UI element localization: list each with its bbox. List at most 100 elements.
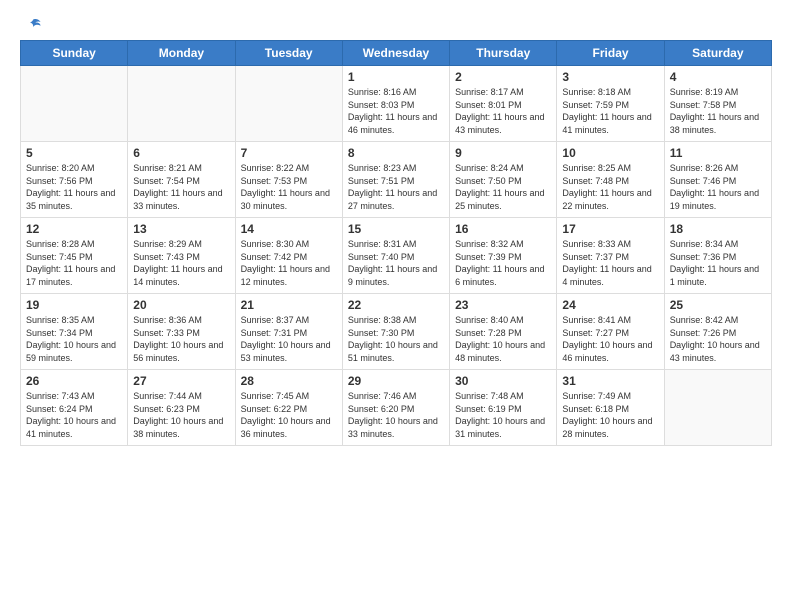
calendar-cell: 20 Sunrise: 8:36 AMSunset: 7:33 PMDayligh… [128, 294, 235, 370]
cell-info: Sunrise: 8:21 AMSunset: 7:54 PMDaylight:… [133, 162, 229, 212]
day-number: 28 [241, 374, 337, 388]
logo [20, 16, 44, 34]
col-wednesday: Wednesday [342, 41, 449, 66]
day-number: 29 [348, 374, 444, 388]
day-number: 23 [455, 298, 551, 312]
cell-info: Sunrise: 8:23 AMSunset: 7:51 PMDaylight:… [348, 162, 444, 212]
calendar-cell [664, 370, 771, 446]
day-number: 1 [348, 70, 444, 84]
day-number: 25 [670, 298, 766, 312]
calendar-cell: 24 Sunrise: 8:41 AMSunset: 7:27 PMDayligh… [557, 294, 664, 370]
day-number: 26 [26, 374, 122, 388]
calendar-cell: 30 Sunrise: 7:48 AMSunset: 6:19 PMDayligh… [450, 370, 557, 446]
calendar-table: Sunday Monday Tuesday Wednesday Thursday… [20, 40, 772, 446]
cell-info: Sunrise: 7:44 AMSunset: 6:23 PMDaylight:… [133, 390, 229, 440]
week-row-2: 5 Sunrise: 8:20 AMSunset: 7:56 PMDaylight… [21, 142, 772, 218]
calendar-cell: 25Sunrise: 8:42 AMSunset: 7:26 PMDayligh… [664, 294, 771, 370]
cell-info: Sunrise: 8:19 AMSunset: 7:58 PMDaylight:… [670, 86, 766, 136]
calendar-cell: 11Sunrise: 8:26 AMSunset: 7:46 PMDayligh… [664, 142, 771, 218]
cell-info: Sunrise: 8:26 AMSunset: 7:46 PMDaylight:… [670, 162, 766, 212]
day-number: 5 [26, 146, 122, 160]
col-tuesday: Tuesday [235, 41, 342, 66]
calendar-cell: 10 Sunrise: 8:25 AMSunset: 7:48 PMDayligh… [557, 142, 664, 218]
cell-info: Sunrise: 8:38 AMSunset: 7:30 PMDaylight:… [348, 314, 444, 364]
logo-bird-icon [24, 16, 42, 34]
cell-info: Sunrise: 7:46 AMSunset: 6:20 PMDaylight:… [348, 390, 444, 440]
day-number: 19 [26, 298, 122, 312]
page-header [20, 16, 772, 34]
cell-info: Sunrise: 8:20 AMSunset: 7:56 PMDaylight:… [26, 162, 122, 212]
day-number: 6 [133, 146, 229, 160]
calendar-cell [21, 66, 128, 142]
cell-info: Sunrise: 8:24 AMSunset: 7:50 PMDaylight:… [455, 162, 551, 212]
calendar-cell: 5 Sunrise: 8:20 AMSunset: 7:56 PMDaylight… [21, 142, 128, 218]
calendar-cell: 21 Sunrise: 8:37 AMSunset: 7:31 PMDayligh… [235, 294, 342, 370]
header-row: Sunday Monday Tuesday Wednesday Thursday… [21, 41, 772, 66]
cell-info: Sunrise: 8:35 AMSunset: 7:34 PMDaylight:… [26, 314, 122, 364]
week-row-4: 19 Sunrise: 8:35 AMSunset: 7:34 PMDayligh… [21, 294, 772, 370]
calendar-cell: 15 Sunrise: 8:31 AMSunset: 7:40 PMDayligh… [342, 218, 449, 294]
calendar-cell: 29 Sunrise: 7:46 AMSunset: 6:20 PMDayligh… [342, 370, 449, 446]
day-number: 15 [348, 222, 444, 236]
cell-info: Sunrise: 8:18 AMSunset: 7:59 PMDaylight:… [562, 86, 658, 136]
cell-info: Sunrise: 8:17 AMSunset: 8:01 PMDaylight:… [455, 86, 551, 136]
calendar-cell: 9Sunrise: 8:24 AMSunset: 7:50 PMDaylight… [450, 142, 557, 218]
cell-info: Sunrise: 7:49 AMSunset: 6:18 PMDaylight:… [562, 390, 658, 440]
calendar-cell: 13 Sunrise: 8:29 AMSunset: 7:43 PMDayligh… [128, 218, 235, 294]
day-number: 18 [670, 222, 766, 236]
day-number: 14 [241, 222, 337, 236]
calendar-cell: 3 Sunrise: 8:18 AMSunset: 7:59 PMDaylight… [557, 66, 664, 142]
calendar-cell: 22Sunrise: 8:38 AMSunset: 7:30 PMDayligh… [342, 294, 449, 370]
day-number: 21 [241, 298, 337, 312]
calendar-cell: 12Sunrise: 8:28 AMSunset: 7:45 PMDayligh… [21, 218, 128, 294]
calendar-cell [128, 66, 235, 142]
cell-info: Sunrise: 8:37 AMSunset: 7:31 PMDaylight:… [241, 314, 337, 364]
col-friday: Friday [557, 41, 664, 66]
calendar-cell: 23Sunrise: 8:40 AMSunset: 7:28 PMDayligh… [450, 294, 557, 370]
cell-info: Sunrise: 8:16 AMSunset: 8:03 PMDaylight:… [348, 86, 444, 136]
calendar-cell: 4 Sunrise: 8:19 AMSunset: 7:58 PMDaylight… [664, 66, 771, 142]
day-number: 12 [26, 222, 122, 236]
calendar-cell: 16 Sunrise: 8:32 AMSunset: 7:39 PMDayligh… [450, 218, 557, 294]
calendar-header: Sunday Monday Tuesday Wednesday Thursday… [21, 41, 772, 66]
day-number: 4 [670, 70, 766, 84]
calendar-cell: 17Sunrise: 8:33 AMSunset: 7:37 PMDayligh… [557, 218, 664, 294]
calendar-cell: 2 Sunrise: 8:17 AMSunset: 8:01 PMDaylight… [450, 66, 557, 142]
day-number: 20 [133, 298, 229, 312]
day-number: 27 [133, 374, 229, 388]
day-number: 16 [455, 222, 551, 236]
calendar-cell: 1 Sunrise: 8:16 AMSunset: 8:03 PMDaylight… [342, 66, 449, 142]
day-number: 7 [241, 146, 337, 160]
cell-info: Sunrise: 8:31 AMSunset: 7:40 PMDaylight:… [348, 238, 444, 288]
cell-info: Sunrise: 8:36 AMSunset: 7:33 PMDaylight:… [133, 314, 229, 364]
col-sunday: Sunday [21, 41, 128, 66]
calendar-body: 1 Sunrise: 8:16 AMSunset: 8:03 PMDaylight… [21, 66, 772, 446]
week-row-5: 26 Sunrise: 7:43 AMSunset: 6:24 PMDayligh… [21, 370, 772, 446]
calendar-cell: 6 Sunrise: 8:21 AMSunset: 7:54 PMDaylight… [128, 142, 235, 218]
col-saturday: Saturday [664, 41, 771, 66]
calendar-cell: 31 Sunrise: 7:49 AMSunset: 6:18 PMDayligh… [557, 370, 664, 446]
week-row-1: 1 Sunrise: 8:16 AMSunset: 8:03 PMDaylight… [21, 66, 772, 142]
day-number: 13 [133, 222, 229, 236]
cell-info: Sunrise: 8:29 AMSunset: 7:43 PMDaylight:… [133, 238, 229, 288]
calendar-cell: 8Sunrise: 8:23 AMSunset: 7:51 PMDaylight… [342, 142, 449, 218]
calendar-cell [235, 66, 342, 142]
day-number: 3 [562, 70, 658, 84]
cell-info: Sunrise: 8:22 AMSunset: 7:53 PMDaylight:… [241, 162, 337, 212]
day-number: 10 [562, 146, 658, 160]
calendar-cell: 7 Sunrise: 8:22 AMSunset: 7:53 PMDaylight… [235, 142, 342, 218]
cell-info: Sunrise: 8:25 AMSunset: 7:48 PMDaylight:… [562, 162, 658, 212]
day-number: 24 [562, 298, 658, 312]
cell-info: Sunrise: 8:41 AMSunset: 7:27 PMDaylight:… [562, 314, 658, 364]
day-number: 2 [455, 70, 551, 84]
calendar-cell: 26 Sunrise: 7:43 AMSunset: 6:24 PMDayligh… [21, 370, 128, 446]
cell-info: Sunrise: 7:48 AMSunset: 6:19 PMDaylight:… [455, 390, 551, 440]
calendar-cell: 19 Sunrise: 8:35 AMSunset: 7:34 PMDayligh… [21, 294, 128, 370]
cell-info: Sunrise: 8:32 AMSunset: 7:39 PMDaylight:… [455, 238, 551, 288]
col-monday: Monday [128, 41, 235, 66]
day-number: 31 [562, 374, 658, 388]
cell-info: Sunrise: 7:43 AMSunset: 6:24 PMDaylight:… [26, 390, 122, 440]
col-thursday: Thursday [450, 41, 557, 66]
week-row-3: 12Sunrise: 8:28 AMSunset: 7:45 PMDayligh… [21, 218, 772, 294]
day-number: 30 [455, 374, 551, 388]
